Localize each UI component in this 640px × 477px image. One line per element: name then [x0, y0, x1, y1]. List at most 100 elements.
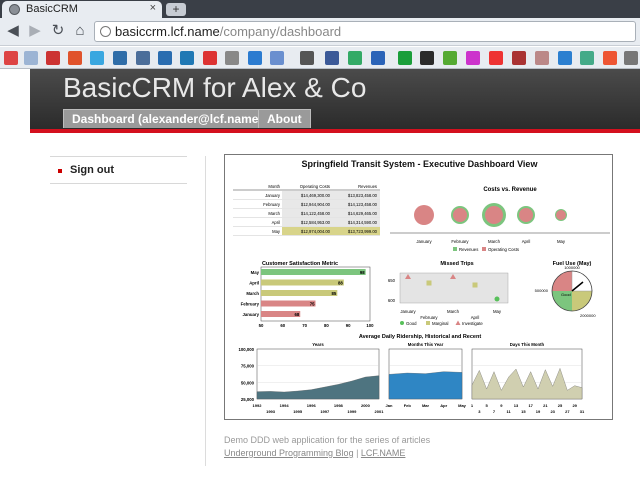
- table-cell: $12,974,004.00: [301, 229, 331, 234]
- twitter-bookmark-icon[interactable]: [90, 51, 104, 65]
- x-tick-label: 100: [366, 323, 374, 328]
- y-tick-label: February: [241, 302, 260, 307]
- bookmark-icon[interactable]: [420, 51, 434, 65]
- y-tick-label: March: [246, 291, 259, 296]
- x-tick-label: 17: [528, 403, 533, 408]
- home-icon[interactable]: ⌂: [71, 22, 89, 40]
- table-cell: $14,314,590.00: [348, 220, 378, 225]
- linkedin-bookmark-icon[interactable]: [180, 51, 194, 65]
- fuel-label: 2000000: [580, 313, 596, 318]
- x-tick-label: 31: [580, 409, 585, 414]
- satisfaction-bar: [261, 269, 366, 275]
- sidebar-item-sign-out[interactable]: Sign out: [50, 157, 187, 183]
- x-tick-label: March: [447, 309, 460, 314]
- bookmark-icon[interactable]: [225, 51, 239, 65]
- fuel-label: Good: [561, 292, 571, 297]
- x-tick-label: 25: [558, 403, 563, 408]
- satisfaction-bar: [261, 300, 316, 307]
- legend-swatch: [400, 321, 404, 325]
- x-tick-label: 60: [280, 323, 285, 328]
- x-tick-label: 23: [550, 409, 555, 414]
- data-label: 75: [310, 302, 315, 307]
- gmail-bookmark-icon[interactable]: [4, 51, 18, 65]
- legend-label: Revenues: [459, 247, 478, 252]
- bookmark-icon[interactable]: [398, 51, 412, 65]
- y-tick-label: May: [251, 270, 260, 275]
- browser-tab[interactable]: BasicCRM ×: [2, 1, 162, 18]
- link-separator: |: [353, 448, 361, 458]
- table-cell: $12,584,953.00: [301, 220, 331, 225]
- bookmark-icon[interactable]: [270, 51, 284, 65]
- bookmark-icon[interactable]: [535, 51, 549, 65]
- app-title: BasicCRM for Alex & Co: [63, 72, 367, 103]
- x-tick-label: 80: [324, 323, 329, 328]
- bookmark-icon[interactable]: [24, 51, 38, 65]
- table-cell: $12,944,904.00: [301, 202, 331, 207]
- reload-icon[interactable]: ↻: [49, 22, 67, 40]
- new-tab-button[interactable]: +: [166, 3, 186, 16]
- back-arrow-icon[interactable]: ◀: [4, 22, 22, 40]
- bookmark-icon[interactable]: [443, 51, 457, 65]
- bookmark-icon[interactable]: [348, 51, 362, 65]
- bookmark-icon[interactable]: [203, 51, 217, 65]
- tab-dashboard[interactable]: Dashboard (alexander@lcf.name): [63, 109, 272, 128]
- cost-bubble: [414, 205, 434, 225]
- x-tick-label: 1993: [266, 409, 276, 414]
- forward-arrow-icon[interactable]: ▶: [26, 22, 44, 40]
- x-tick-label: 1998: [334, 403, 344, 408]
- data-label: 98: [360, 270, 365, 275]
- blog-link[interactable]: Underground Programming Blog: [224, 448, 354, 458]
- legend-label: Operating Costs: [488, 247, 519, 252]
- table-cell: April: [272, 220, 280, 225]
- bookmark-icon[interactable]: [113, 51, 127, 65]
- data-label: 68: [294, 312, 299, 317]
- page-info-icon: [100, 26, 111, 37]
- bookmark-icon[interactable]: [580, 51, 594, 65]
- x-tick-label: 2001: [375, 409, 385, 414]
- x-tick-label: May: [458, 403, 467, 408]
- executive-dashboard-image: Springfield Transit System - Executive D…: [224, 154, 613, 420]
- bookmark-icon[interactable]: [136, 51, 150, 65]
- address-bar[interactable]: basiccrm.lcf.name/company/dashboard: [94, 21, 636, 42]
- x-tick-label: April: [522, 239, 531, 244]
- bookmark-icon[interactable]: [371, 51, 385, 65]
- y-tick-label: 50,000: [241, 380, 255, 385]
- lcf-link[interactable]: LCF.NAME: [361, 448, 406, 458]
- bookmark-icon[interactable]: [300, 51, 314, 65]
- x-tick-label: 5: [486, 403, 489, 408]
- x-tick-label: April: [471, 315, 480, 320]
- table-header: Month: [268, 184, 280, 189]
- bookmark-icon[interactable]: [558, 51, 572, 65]
- trip-point: [426, 280, 432, 286]
- legend-label: Good: [406, 321, 417, 326]
- bookmark-icon[interactable]: [624, 51, 638, 65]
- plus-bookmark-icon[interactable]: [46, 51, 60, 65]
- bookmark-icon[interactable]: [603, 51, 617, 65]
- tab-about[interactable]: About: [258, 109, 311, 128]
- x-tick-label: 27: [565, 409, 570, 414]
- x-tick-label: May: [557, 239, 566, 244]
- bookmark-icon[interactable]: [466, 51, 480, 65]
- bookmark-icon[interactable]: [68, 51, 82, 65]
- facebook-bookmark-icon[interactable]: [325, 51, 339, 65]
- x-tick-label: 1994: [280, 403, 290, 408]
- table-cell: $14,629,465.00: [348, 211, 378, 216]
- x-tick-label: January: [416, 239, 432, 244]
- sidebar-item-label: Sign out: [70, 164, 114, 176]
- bookmark-icon[interactable]: [248, 51, 262, 65]
- satisfaction-bar: [261, 279, 344, 286]
- y-tick-label: April: [249, 281, 259, 286]
- dashboard-svg: Month Operating Costs Revenues January $14,4…: [233, 184, 610, 414]
- bookmark-icon[interactable]: [512, 51, 526, 65]
- ridership-title: Average Daily Ridership, Historical and …: [359, 334, 482, 340]
- bookmark-icon[interactable]: [158, 51, 172, 65]
- costs-table: Month Operating Costs Revenues January $14,4…: [233, 184, 380, 236]
- data-label: 88: [338, 281, 343, 286]
- table-cell: $14,469,300.00: [301, 193, 331, 198]
- close-tab-icon[interactable]: ×: [150, 2, 156, 14]
- fuel-gauge: 1000000 500000 2000000 Good: [535, 265, 597, 318]
- url-path: /company/dashboard: [219, 24, 342, 39]
- cost-bubble: [453, 208, 467, 222]
- bookmark-icon[interactable]: [489, 51, 503, 65]
- trip-point: [472, 282, 478, 288]
